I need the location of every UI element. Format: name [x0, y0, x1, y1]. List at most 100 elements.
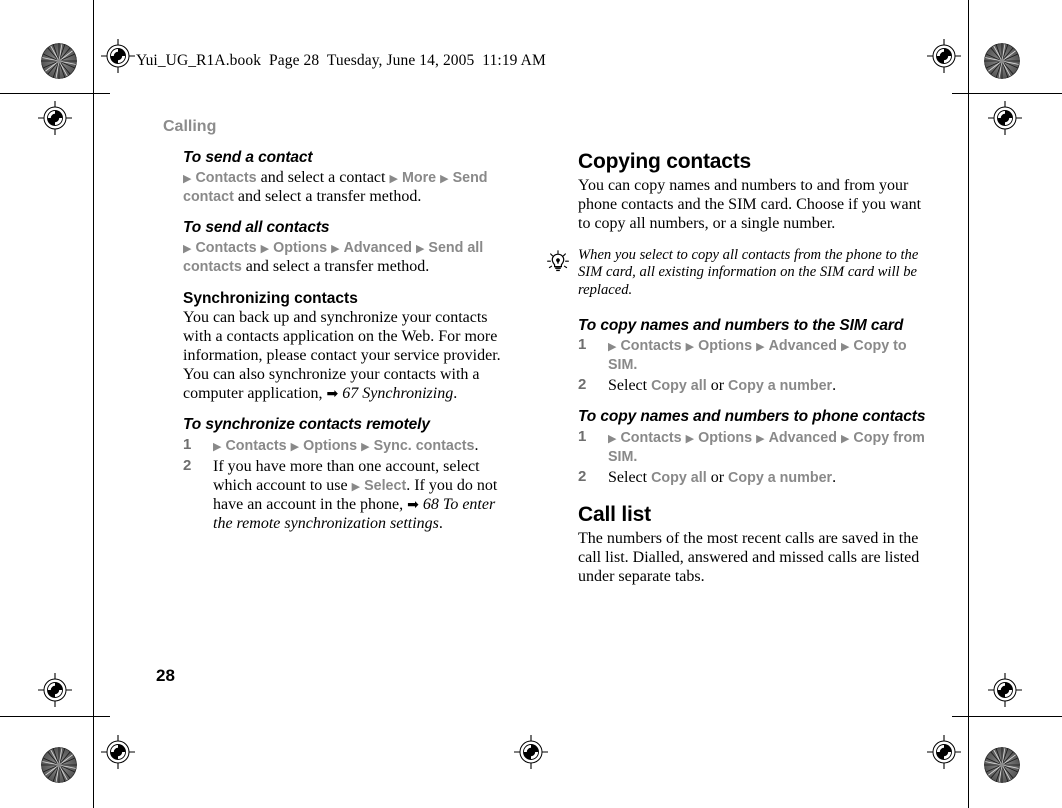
- section-sync-remotely: To synchronize contacts remotely 1 ▶ Con…: [183, 415, 505, 533]
- text-period: .: [438, 514, 443, 532]
- paragraph-tip-note: When you select to copy all contacts fro…: [578, 246, 919, 298]
- left-column: To send a contact ▶ Contacts and select …: [183, 149, 505, 547]
- right-triangle-icon: ▶: [351, 480, 361, 493]
- text-or: or: [706, 377, 729, 395]
- list-item: 2 If you have more than one account, sel…: [183, 457, 505, 533]
- text-transfer-method: and select a transfer method.: [233, 187, 422, 205]
- text-and-select: and select a contact: [256, 168, 390, 186]
- paragraph-copying-contacts: You can copy names and numbers to and fr…: [578, 176, 922, 232]
- menu-copy-a-number: Copy a number: [728, 378, 833, 395]
- list-item: 2 Select Copy all or Copy a number.: [578, 468, 926, 487]
- menu-options: Options: [303, 437, 358, 454]
- right-triangle-icon: ▶: [685, 341, 695, 354]
- menu-contacts: Contacts: [620, 430, 682, 447]
- text-period: .: [633, 357, 638, 374]
- right-arrow-icon: ➡: [407, 495, 419, 512]
- text-period: .: [474, 436, 479, 454]
- running-head: Calling: [163, 118, 217, 135]
- right-triangle-icon: ▶: [608, 341, 617, 354]
- section-copying-contacts: Copying contacts You can copy names and …: [578, 150, 926, 233]
- page-number: 28: [156, 666, 175, 685]
- text-or: or: [706, 469, 729, 487]
- paragraph-call-list: The numbers of the most recent calls are…: [578, 529, 920, 585]
- right-triangle-icon: ▶: [183, 172, 192, 185]
- heading-send-a-contact: To send a contact: [183, 149, 313, 166]
- text-period: .: [832, 377, 837, 395]
- trim-line-right-vertical: [968, 0, 969, 808]
- menu-advanced: Advanced: [768, 430, 837, 447]
- text-select: Select: [608, 377, 652, 395]
- right-triangle-icon: ▶: [331, 242, 340, 255]
- right-triangle-icon: ▶: [260, 242, 270, 255]
- step-number: 1: [578, 336, 587, 354]
- menu-contacts: Contacts: [620, 338, 682, 355]
- menu-advanced: Advanced: [343, 239, 412, 256]
- right-triangle-icon: ▶: [361, 440, 370, 453]
- step-number: 2: [578, 376, 587, 394]
- paragraph-send-all-contacts: ▶ Contacts ▶ Options ▶ Advanced ▶ Send a…: [183, 238, 505, 276]
- paragraph-synchronizing-contacts: You can back up and synchronize your con…: [183, 308, 505, 403]
- list-item: 1 ▶ Contacts ▶ Options ▶ Advanced ▶ Copy…: [578, 336, 926, 374]
- section-send-all-contacts: To send all contacts ▶ Contacts ▶ Option…: [183, 219, 505, 276]
- starburst-target-icon: [41, 43, 77, 79]
- menu-copy-all: Copy all: [651, 378, 707, 395]
- heading-call-list: Call list: [578, 503, 651, 527]
- menu-contacts: Contacts: [195, 239, 257, 256]
- menu-advanced: Advanced: [768, 338, 837, 355]
- starburst-target-icon: [984, 43, 1020, 79]
- section-copy-from-sim: To copy names and numbers to phone conta…: [578, 409, 926, 487]
- list-item: 2 Select Copy all or Copy a number.: [578, 376, 926, 395]
- lightbulb-icon: [546, 249, 570, 274]
- step-number: 2: [183, 456, 192, 474]
- paragraph-send-a-contact: ▶ Contacts and select a contact ▶ More ▶…: [183, 168, 505, 206]
- trim-line-left-vertical: [93, 0, 94, 808]
- menu-contacts: Contacts: [195, 169, 257, 186]
- steps-copy-from-sim: 1 ▶ Contacts ▶ Options ▶ Advanced ▶ Copy…: [578, 428, 926, 487]
- trim-line-top-left: [0, 93, 110, 94]
- right-column: Copying contacts You can copy names and …: [547, 150, 926, 600]
- right-triangle-icon: ▶: [756, 341, 765, 354]
- right-triangle-icon: ▶: [415, 242, 425, 255]
- heading-copy-to-sim: To copy names and numbers to the SIM car…: [578, 316, 904, 334]
- registration-target-icon: [34, 669, 76, 711]
- registration-target-icon: [984, 97, 1026, 139]
- step-number: 2: [578, 468, 587, 486]
- menu-sync-contacts: Sync. contacts: [373, 437, 475, 454]
- list-item: 1 ▶ Contacts ▶ Options ▶ Sync. contacts.: [183, 436, 505, 455]
- trim-line-top-right: [952, 93, 1062, 94]
- right-triangle-icon: ▶: [290, 440, 300, 453]
- heading-sync-remotely: To synchronize contacts remotely: [183, 415, 430, 433]
- text-select: Select: [608, 469, 652, 487]
- list-item: 1 ▶ Contacts ▶ Options ▶ Advanced ▶ Copy…: [578, 428, 926, 466]
- registration-target-icon: [923, 35, 965, 77]
- step-number: 1: [578, 428, 587, 446]
- section-synchronizing-contacts: Synchronizing contacts You can back up a…: [183, 290, 505, 403]
- text-period: .: [633, 449, 638, 466]
- trim-line-bottom-left: [0, 716, 110, 717]
- menu-options: Options: [273, 239, 328, 256]
- trim-line-bottom-right: [952, 716, 1062, 717]
- right-triangle-icon: ▶: [183, 242, 192, 255]
- menu-select: Select: [364, 477, 407, 494]
- registration-target-icon: [97, 35, 139, 77]
- menu-options: Options: [698, 430, 753, 447]
- starburst-target-icon: [41, 747, 77, 783]
- book-file-header: Yui_UG_R1A.book Page 28 Tuesday, June 14…: [136, 52, 546, 69]
- right-triangle-icon: ▶: [840, 341, 850, 354]
- right-triangle-icon: ▶: [389, 172, 398, 185]
- menu-copy-a-number: Copy a number: [728, 470, 833, 487]
- heading-copying-contacts: Copying contacts: [578, 150, 751, 173]
- step-number: 1: [183, 435, 192, 453]
- text-transfer-method: and select a transfer method.: [241, 257, 430, 275]
- section-call-list: Call list The numbers of the most recent…: [578, 503, 926, 586]
- steps-sync-remotely: 1 ▶ Contacts ▶ Options ▶ Sync. contacts.…: [183, 436, 505, 533]
- text-period: .: [453, 384, 458, 402]
- cross-reference-67: 67 Synchronizing: [342, 384, 454, 402]
- right-triangle-icon: ▶: [440, 172, 449, 185]
- right-triangle-icon: ▶: [685, 433, 695, 446]
- registration-target-icon: [984, 669, 1026, 711]
- section-copy-to-sim: To copy names and numbers to the SIM car…: [578, 316, 926, 396]
- heading-synchronizing-contacts: Synchronizing contacts: [183, 289, 358, 307]
- right-triangle-icon: ▶: [608, 433, 617, 446]
- section-send-a-contact: To send a contact ▶ Contacts and select …: [183, 149, 505, 206]
